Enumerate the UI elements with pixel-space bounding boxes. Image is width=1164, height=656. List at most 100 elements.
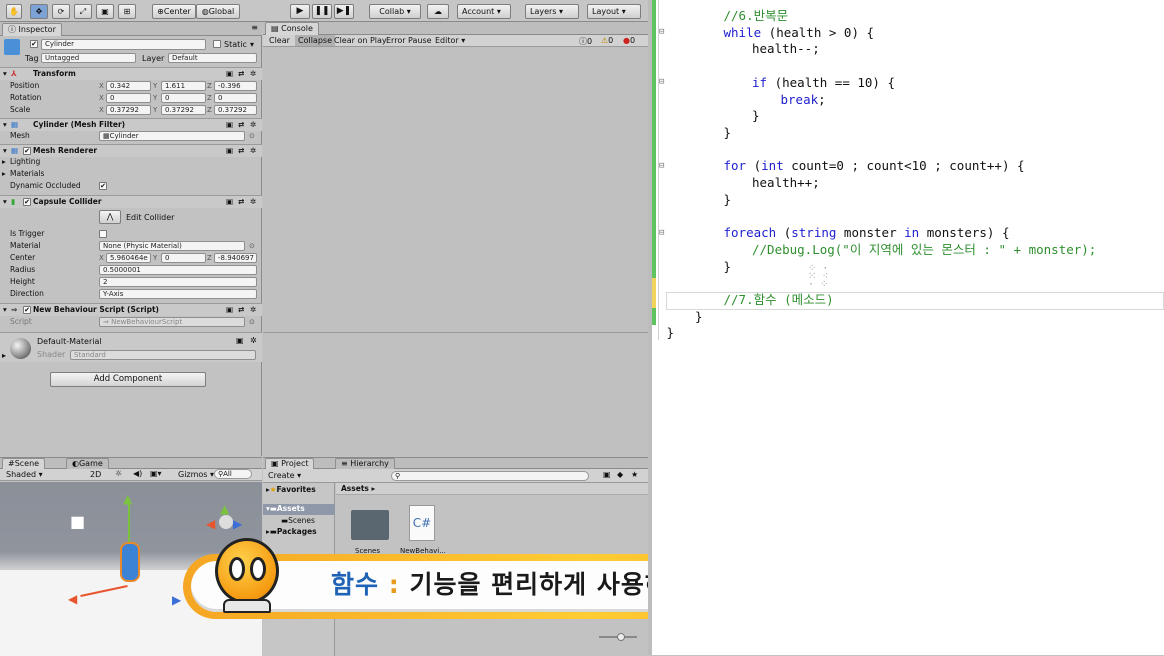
effects-toggle-icon[interactable]: ▣▾ xyxy=(150,469,162,478)
collapse-icon[interactable]: ⊟ xyxy=(659,77,664,87)
static-dropdown-icon[interactable]: ▾ xyxy=(250,40,254,49)
object-picker-icon[interactable]: ⊙ xyxy=(249,130,255,142)
tree-item-packages[interactable]: ▸▬Packages xyxy=(266,527,317,536)
height-field[interactable]: 2 xyxy=(99,277,257,287)
clear-button[interactable]: Clear xyxy=(269,36,290,45)
layer-dropdown[interactable]: Default xyxy=(168,53,257,63)
favorites-foldout[interactable]: ▸★Favorites xyxy=(266,485,316,494)
audio-toggle-icon[interactable]: ◀) xyxy=(133,469,142,478)
preset-icon[interactable]: ⇄ xyxy=(238,68,244,80)
menu-icon[interactable]: ≡ xyxy=(251,23,258,32)
tab-game[interactable]: ◐Game xyxy=(66,458,109,469)
rotate-tool-icon[interactable]: ⟳ xyxy=(52,4,70,19)
add-component-button[interactable]: Add Component xyxy=(50,372,206,387)
tab-console[interactable]: ▤ Console xyxy=(265,22,319,35)
error-count[interactable]: ●0 xyxy=(623,36,635,45)
step-button[interactable]: ▶❚ xyxy=(334,4,354,19)
pause-button[interactable]: ❚❚ xyxy=(312,4,332,19)
dynamic-occluded-checkbox[interactable]: ✔ xyxy=(99,182,107,190)
static-checkbox[interactable] xyxy=(213,40,221,48)
cloud-icon[interactable]: ☁ xyxy=(427,4,449,19)
collab-button[interactable]: Collab ▾ xyxy=(369,4,421,19)
lighting-foldout[interactable]: ▸ Lighting xyxy=(0,156,262,168)
move-tool-icon[interactable]: ✥ xyxy=(30,4,48,19)
mesh-field[interactable]: ▦Cylinder xyxy=(99,131,245,141)
tree-item-scenes[interactable]: ▬Scenes xyxy=(281,516,315,525)
rotation-y-field[interactable]: 0 xyxy=(161,93,206,103)
x-arrow-icon[interactable]: ◀ xyxy=(68,592,77,606)
lighting-toggle-icon[interactable]: ☼ xyxy=(115,469,122,478)
center-z-field[interactable]: -8.940697 xyxy=(214,253,257,263)
physic-material-field[interactable]: None (Physic Material) xyxy=(99,241,245,251)
mesh-renderer-checkbox[interactable]: ✔ xyxy=(23,147,31,155)
project-search-input[interactable]: ⚲ xyxy=(391,471,589,481)
foldout-icon[interactable]: ▾ xyxy=(3,196,7,208)
scale-z-field[interactable]: 0.37292 xyxy=(214,105,257,115)
gear-icon[interactable]: ✲ xyxy=(250,196,256,208)
foldout-icon[interactable]: ▾ xyxy=(3,304,7,316)
filter-label-icon[interactable]: ◆ xyxy=(617,470,623,479)
help-icon[interactable]: ▣ xyxy=(226,304,233,316)
gear-icon[interactable]: ✲ xyxy=(250,68,256,80)
tab-hierarchy[interactable]: ≡ Hierarchy xyxy=(335,458,395,469)
hand-tool-icon[interactable]: ✋ xyxy=(6,4,22,19)
collapse-icon[interactable]: ⊟ xyxy=(659,161,664,171)
zoom-slider-handle[interactable] xyxy=(617,633,625,641)
create-dropdown[interactable]: Create ▾ xyxy=(268,471,301,480)
position-x-field[interactable]: 0.342 xyxy=(106,81,151,91)
script-header[interactable]: ▾ ⇒ ✔ New Behaviour Script (Script) ▣ ⇄ … xyxy=(0,303,262,316)
gear-icon[interactable]: ✲ xyxy=(250,336,257,345)
scale-x-field[interactable]: 0.37292 xyxy=(106,105,151,115)
center-y-field[interactable]: 0 xyxy=(161,253,206,263)
2d-toggle[interactable]: 2D xyxy=(90,470,101,479)
tab-inspector[interactable]: ⓘ Inspector xyxy=(2,23,62,36)
gizmo-z-icon[interactable]: ▶ xyxy=(233,517,242,531)
position-z-field[interactable]: -0.396 xyxy=(214,81,257,91)
object-picker-icon[interactable]: ⊙ xyxy=(249,316,255,328)
preset-icon[interactable]: ⇄ xyxy=(238,196,244,208)
is-trigger-checkbox[interactable] xyxy=(99,230,107,238)
account-dropdown[interactable]: Account ▾ xyxy=(457,4,511,19)
tab-project[interactable]: ▣ Project xyxy=(265,458,315,469)
warning-count[interactable]: ⚠0 xyxy=(601,36,613,45)
breadcrumb[interactable]: Assets ▸ xyxy=(336,483,648,495)
z-arrow-icon[interactable]: ▶ xyxy=(172,593,181,607)
help-icon[interactable]: ▣ xyxy=(226,196,233,208)
materials-foldout[interactable]: ▸ Materials xyxy=(0,168,262,180)
editor-dropdown[interactable]: Editor ▾ xyxy=(435,36,465,45)
gear-icon[interactable]: ✲ xyxy=(250,304,256,316)
rotation-z-field[interactable]: 0 xyxy=(214,93,257,103)
collapse-icon[interactable]: ⊟ xyxy=(659,228,664,238)
help-icon[interactable]: ▣ xyxy=(226,68,233,80)
folder-icon[interactable] xyxy=(351,510,389,540)
code-editor[interactable]: ⊟ ⊟ ⊟ ⊟ ⁘ · ⁙ ⁖ · ⁘ //6.반복문 while (health >… xyxy=(648,0,1164,655)
direction-dropdown[interactable]: Y-Axis xyxy=(99,289,257,299)
scale-tool-icon[interactable]: ⤢ xyxy=(74,4,92,19)
scene-search-input[interactable]: ⚲All xyxy=(214,469,252,479)
cylinder-object[interactable] xyxy=(120,542,140,582)
center-x-field[interactable]: 5.960464e xyxy=(106,253,151,263)
help-icon[interactable]: ▣ xyxy=(236,336,244,345)
foldout-icon[interactable]: ▾ xyxy=(3,68,7,80)
capsule-collider-header[interactable]: ▾ ▮ ✔ Capsule Collider ▣ ⇄ ✲ xyxy=(0,195,262,208)
layout-dropdown[interactable]: Layout ▾ xyxy=(587,4,641,19)
foldout-icon[interactable]: ▸ xyxy=(2,351,6,360)
script-checkbox[interactable]: ✔ xyxy=(23,306,31,314)
clear-on-play-button[interactable]: Clear on Play xyxy=(334,36,387,45)
shader-dropdown[interactable]: Standard xyxy=(70,350,256,360)
rotation-x-field[interactable]: 0 xyxy=(106,93,151,103)
tree-item-assets[interactable]: ▾▬Assets xyxy=(263,504,335,515)
pivot-center-button[interactable]: ⊕Center xyxy=(152,4,196,19)
filter-type-icon[interactable]: ▣ xyxy=(603,470,611,479)
object-picker-icon[interactable]: ⊙ xyxy=(249,240,255,252)
transform-tool-icon[interactable]: ⊞ xyxy=(118,4,136,19)
error-pause-button[interactable]: Error Pause xyxy=(386,36,432,45)
favorite-star-icon[interactable]: ★ xyxy=(631,470,638,479)
tab-scene[interactable]: #Scene xyxy=(2,458,46,469)
layers-dropdown[interactable]: Layers ▾ xyxy=(525,4,579,19)
gizmo-center-icon[interactable] xyxy=(219,515,233,529)
radius-field[interactable]: 0.5000001 xyxy=(99,265,257,275)
edit-collider-button[interactable]: ⋀ xyxy=(99,210,121,224)
capsule-collider-checkbox[interactable]: ✔ xyxy=(23,198,31,206)
object-name-field[interactable]: Cylinder xyxy=(41,39,206,50)
